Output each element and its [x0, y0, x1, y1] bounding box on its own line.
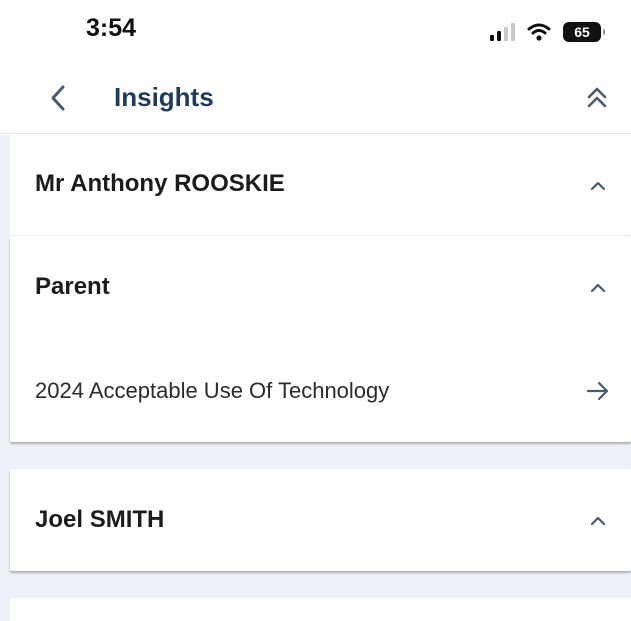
status-bar: 3:54 65: [0, 0, 631, 62]
status-time: 3:54: [86, 14, 137, 42]
double-chevron-up-icon: [587, 87, 607, 108]
group-name: Joel SMITH: [35, 506, 165, 533]
group-card: Parent 2024 Acceptable Use Of Technology: [10, 236, 631, 442]
group-card: Mr Anthony ROOSKIE: [10, 135, 631, 235]
battery-icon: 65: [563, 22, 605, 42]
list-item[interactable]: 2024 Acceptable Use Of Technology: [10, 338, 631, 442]
wifi-icon: [527, 23, 551, 41]
next-card-edge: [10, 598, 631, 621]
group-header[interactable]: Parent: [10, 236, 631, 338]
status-icons: 65: [490, 20, 605, 44]
group-card: Joel SMITH: [10, 469, 631, 571]
chevron-up-icon: [583, 505, 613, 535]
arrow-right-icon: [583, 376, 613, 406]
signal-icon: [490, 23, 515, 41]
insights-list: Mr Anthony ROOSKIE Parent 2024 Acceptabl…: [0, 135, 631, 621]
group-name: Mr Anthony ROOSKIE: [35, 170, 285, 197]
nav-bar: Insights: [0, 62, 631, 134]
chevron-left-icon: [51, 85, 65, 111]
group-name: Parent: [35, 273, 110, 300]
page-title: Insights: [114, 82, 214, 112]
chevron-up-icon: [583, 170, 613, 200]
back-button[interactable]: [40, 80, 76, 116]
chevron-up-icon: [583, 272, 613, 302]
list-item-label: 2024 Acceptable Use Of Technology: [35, 378, 390, 403]
group-header[interactable]: Joel SMITH: [10, 469, 631, 571]
group-header[interactable]: Mr Anthony ROOSKIE: [10, 135, 631, 235]
collapse-all-button[interactable]: [577, 78, 617, 118]
